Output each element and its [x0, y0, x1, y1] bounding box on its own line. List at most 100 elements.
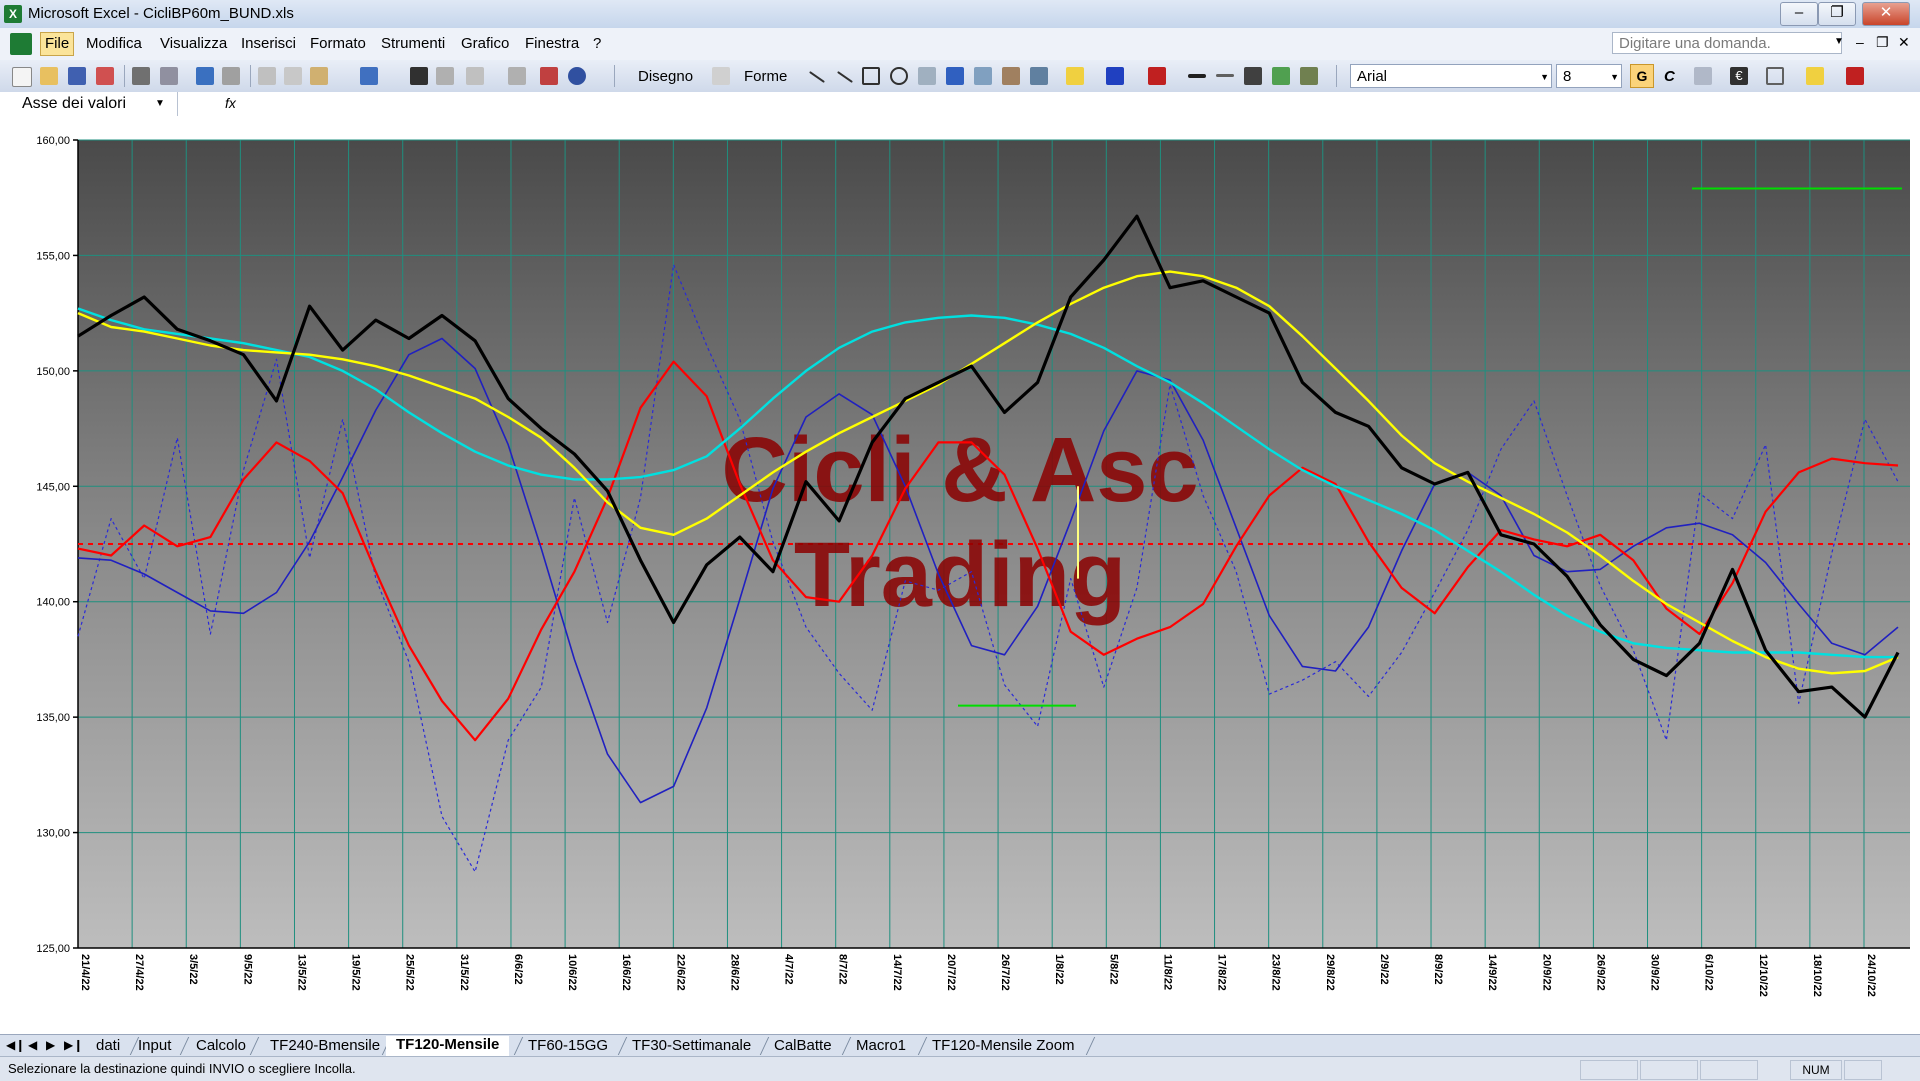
new-icon[interactable]: [12, 67, 32, 87]
x-tick-label: 26/9/22: [1594, 954, 1606, 991]
fill-color2-icon[interactable]: [1806, 67, 1824, 85]
status-message: Selezionare la destinazione quindi INVIO…: [8, 1061, 356, 1076]
euro-icon[interactable]: €: [1730, 67, 1748, 85]
first-sheet-icon[interactable]: ◀❙: [6, 1038, 25, 1052]
menu-strumenti[interactable]: Strumenti: [381, 35, 445, 52]
minimize-button[interactable]: –: [1780, 2, 1818, 26]
menu-grafico[interactable]: Grafico: [461, 35, 509, 52]
workbook-icon[interactable]: [10, 33, 32, 55]
print-preview-icon[interactable]: [160, 67, 178, 85]
prev-sheet-icon[interactable]: ◀: [28, 1038, 37, 1052]
menu-help[interactable]: ?: [593, 35, 601, 52]
open-icon[interactable]: [40, 67, 58, 85]
line-style-icon[interactable]: [1188, 74, 1206, 78]
name-box[interactable]: Asse dei valori: [0, 92, 178, 116]
y-tick-label: 135,00: [36, 712, 70, 724]
x-tick-label: 20/7/22: [945, 954, 957, 991]
arrow-icon[interactable]: [837, 71, 853, 83]
tab-tf60-15gg[interactable]: TF60-15GG: [518, 1037, 618, 1055]
menu-formato[interactable]: Formato: [310, 35, 366, 52]
maximize-button[interactable]: ❐: [1818, 2, 1856, 26]
shadow-icon[interactable]: [1272, 67, 1290, 85]
x-tick-label: 5/8/22: [1107, 954, 1119, 985]
wordart-icon[interactable]: [946, 67, 964, 85]
x-tick-label: 14/7/22: [891, 954, 903, 991]
menu-inserisci[interactable]: Inserisci: [241, 35, 296, 52]
x-tick-label: 27/4/22: [133, 954, 145, 991]
3d-icon[interactable]: [1300, 67, 1318, 85]
doc-close-button[interactable]: ✕: [1898, 34, 1910, 51]
tab-macro1[interactable]: Macro1: [846, 1037, 916, 1055]
name-box-dropdown-icon[interactable]: ▼: [155, 98, 165, 109]
diagram-icon[interactable]: [974, 67, 992, 85]
help-icon[interactable]: [568, 67, 586, 85]
bold-button[interactable]: G: [1630, 64, 1654, 88]
arrow-style-icon[interactable]: [1244, 67, 1262, 85]
research-icon[interactable]: [222, 67, 240, 85]
pdf-icon[interactable]: [96, 67, 114, 85]
cut-icon[interactable]: [258, 67, 276, 85]
tab-calbatte[interactable]: CalBatte: [764, 1037, 842, 1055]
doc-restore-button[interactable]: ❐: [1876, 34, 1889, 51]
italic-button[interactable]: C: [1664, 68, 1675, 85]
drawing-menu[interactable]: Disegno: [638, 68, 693, 85]
last-sheet-icon[interactable]: ▶❙: [64, 1038, 83, 1052]
ellipse-icon[interactable]: [890, 67, 908, 85]
font-color-icon[interactable]: [1148, 67, 1166, 85]
chart-wizard-icon[interactable]: [540, 67, 558, 85]
rectangle-icon[interactable]: [862, 67, 880, 85]
copy-icon[interactable]: [284, 67, 302, 85]
select-pointer-icon[interactable]: [712, 67, 730, 85]
insert-hyperlink-icon[interactable]: [410, 67, 428, 85]
font-color2-icon[interactable]: [1846, 67, 1864, 85]
tab-calcolo[interactable]: Calcolo: [186, 1037, 256, 1055]
menu-modifica[interactable]: Modifica: [86, 35, 142, 52]
menu-file[interactable]: File: [40, 32, 75, 56]
save-icon[interactable]: [68, 67, 86, 85]
y-tick-label: 140,00: [36, 597, 70, 609]
picture-icon[interactable]: [1030, 67, 1048, 85]
paste-icon[interactable]: [310, 67, 328, 85]
line-color-icon[interactable]: [1106, 67, 1124, 85]
borders-icon[interactable]: [1766, 67, 1784, 85]
tab-tf240-bmensile[interactable]: TF240-Bmensile: [260, 1037, 390, 1055]
x-tick-label: 22/6/22: [674, 954, 686, 991]
doc-minimize-button[interactable]: –: [1856, 34, 1864, 50]
line-icon[interactable]: [809, 71, 825, 83]
tab-tf120-mensile-zoom[interactable]: TF120-Mensile Zoom: [922, 1037, 1085, 1055]
excel-app-icon[interactable]: X: [4, 5, 22, 23]
menu-visualizza[interactable]: Visualizza: [160, 35, 227, 52]
formula-bar: Asse dei valori ▼ fx: [0, 92, 1920, 117]
fx-icon[interactable]: fx: [225, 95, 236, 111]
textbox-icon[interactable]: [918, 67, 936, 85]
tab-tf120-mensile[interactable]: TF120-Mensile: [386, 1036, 510, 1056]
x-tick-label: 8/9/22: [1432, 954, 1444, 985]
close-button[interactable]: ✕: [1862, 2, 1910, 26]
help-question-input[interactable]: Digitare una domanda.: [1612, 32, 1842, 54]
chart-area[interactable]: 160,00 155,00 150,00 145,00 140,00 135,00 130,…: [0, 116, 1920, 1034]
clipart-icon[interactable]: [1002, 67, 1020, 85]
spelling-icon[interactable]: [196, 67, 214, 85]
dash-style-icon[interactable]: [1216, 74, 1234, 77]
tab-tf30-settimanale[interactable]: TF30-Settimanale: [622, 1037, 761, 1055]
menu-finestra[interactable]: Finestra: [525, 35, 579, 52]
fill-color-icon[interactable]: [1066, 67, 1084, 85]
font-name-select[interactable]: Arial ▼: [1350, 64, 1552, 88]
web-icon[interactable]: [436, 67, 454, 85]
y-tick-label: 160,00: [36, 135, 70, 147]
font-size-select[interactable]: 8 ▼: [1556, 64, 1622, 88]
sort-icon[interactable]: [508, 67, 526, 85]
price-chart[interactable]: 160,00 155,00 150,00 145,00 140,00 135,00 130,…: [0, 116, 1920, 1034]
status-cell-1: [1580, 1060, 1638, 1080]
shapes-menu[interactable]: Forme: [744, 68, 787, 85]
tab-dati[interactable]: dati: [86, 1037, 130, 1055]
undo-icon[interactable]: [360, 67, 378, 85]
x-tick-label: 26/7/22: [999, 954, 1011, 991]
align-icon[interactable]: [1694, 67, 1712, 85]
next-sheet-icon[interactable]: ▶: [46, 1038, 55, 1052]
tab-input[interactable]: Input: [128, 1037, 181, 1055]
x-tick-label: 10/6/22: [566, 954, 578, 991]
help-dropdown-icon[interactable]: ▼: [1834, 36, 1844, 47]
print-icon[interactable]: [132, 67, 150, 85]
autosum-icon[interactable]: [466, 67, 484, 85]
